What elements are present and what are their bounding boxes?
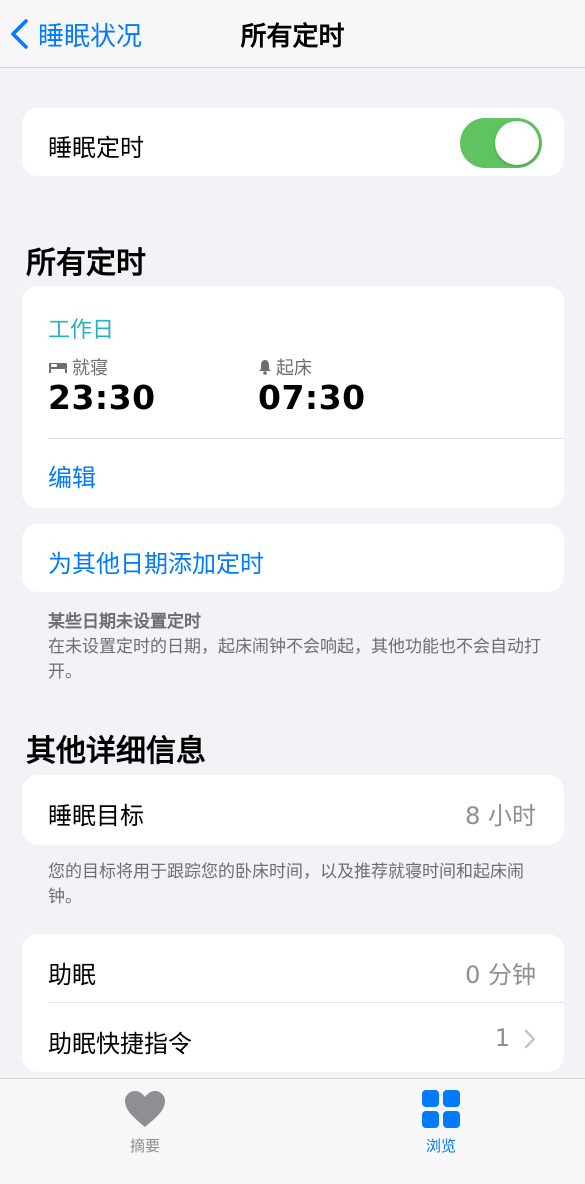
tab-browse[interactable]: 浏览 xyxy=(391,1089,491,1156)
sleep-schedule-toggle[interactable] xyxy=(460,118,542,168)
heart-icon xyxy=(125,1091,165,1127)
bedtime-label-group: 就寝 xyxy=(48,354,108,380)
tab-browse-label: 浏览 xyxy=(425,1137,456,1155)
bedtime-label: 就寝 xyxy=(72,358,108,379)
wake-value: 07:30 xyxy=(258,378,366,417)
sleep-schedule-label: 睡眠定时 xyxy=(48,134,144,162)
add-schedule-button[interactable]: 为其他日期添加定时 xyxy=(48,544,264,579)
back-button-label: 睡眠状况 xyxy=(38,21,143,52)
goal-note: 您的目标将用于跟踪您的卧床时间，以及推荐就寝时间和起床闹钟。 xyxy=(48,862,524,907)
sleep-goal-label: 睡眠目标 xyxy=(48,802,144,830)
grid-icon xyxy=(422,1090,460,1128)
tab-summary[interactable]: 摘要 xyxy=(95,1089,195,1156)
wind-down-shortcuts-value: 1 xyxy=(494,1024,510,1052)
wind-down-card: 助眠 0 分钟 助眠快捷指令 1 xyxy=(22,934,564,1072)
tab-bar: 摘要 浏览 xyxy=(0,1078,585,1184)
schedule-note-title: 某些日期未设置定时 xyxy=(48,612,201,632)
schedule-card: 工作日 就寝 23:30 起床 07:30 编辑 xyxy=(22,286,564,508)
schedule-note: 某些日期未设置定时 在未设置定时的日期，起床闹钟不会响起，其他功能也不会自动打开… xyxy=(48,610,548,685)
tab-summary-label: 摘要 xyxy=(129,1137,160,1155)
bedtime-value: 23:30 xyxy=(48,378,156,417)
chevron-left-icon xyxy=(11,19,28,49)
wind-down-shortcuts-row[interactable]: 助眠快捷指令 1 xyxy=(22,1003,564,1072)
sleep-goal-row[interactable]: 睡眠目标 8 小时 xyxy=(22,775,564,845)
wake-label-group: 起床 xyxy=(258,354,312,380)
navigation-bar: 睡眠状况 所有定时 xyxy=(0,0,585,68)
sleep-schedule-card: 睡眠定时 xyxy=(22,108,564,176)
details-heading: 其他详细信息 xyxy=(26,734,206,769)
schedule-days: 工作日 xyxy=(48,318,115,343)
wind-down-shortcuts-label: 助眠快捷指令 xyxy=(48,1030,192,1058)
bell-icon xyxy=(259,360,271,375)
divider xyxy=(48,438,564,439)
wind-down-value: 0 分钟 xyxy=(465,961,536,989)
all-schedules-heading: 所有定时 xyxy=(26,246,146,281)
wind-down-label: 助眠 xyxy=(48,961,96,989)
sleep-goal-value: 8 小时 xyxy=(465,802,536,830)
schedule-note-body: 在未设置定时的日期，起床闹钟不会响起，其他功能也不会自动打开。 xyxy=(48,637,541,682)
toggle-knob xyxy=(495,121,539,165)
bed-icon xyxy=(49,363,67,373)
wind-down-row[interactable]: 助眠 0 分钟 xyxy=(22,934,564,1002)
chevron-right-icon xyxy=(524,1029,536,1049)
wake-label: 起床 xyxy=(276,358,312,379)
edit-schedule-button[interactable]: 编辑 xyxy=(48,458,96,493)
add-schedule-card[interactable]: 为其他日期添加定时 xyxy=(22,524,564,592)
back-button[interactable]: 睡眠状况 xyxy=(8,14,142,54)
